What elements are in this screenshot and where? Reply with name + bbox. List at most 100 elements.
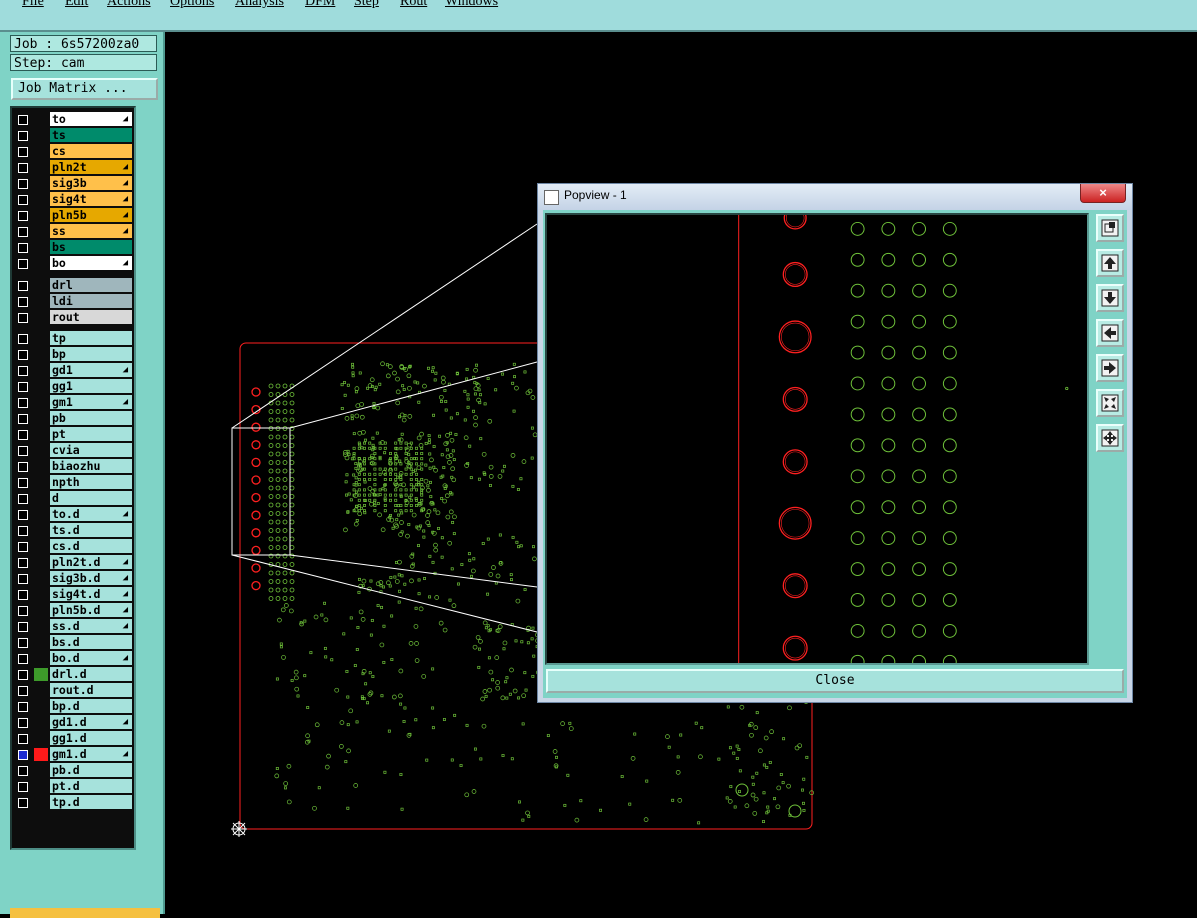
- layer-row-rout[interactable]: rout: [14, 310, 134, 325]
- popview-titlebar[interactable]: Popview - 1 ×: [538, 184, 1132, 210]
- layer-checkbox[interactable]: [18, 281, 28, 291]
- layer-checkbox[interactable]: [18, 259, 28, 269]
- layer-checkbox[interactable]: [18, 334, 28, 344]
- layer-row-gm1-d[interactable]: gm1.d ◢: [14, 747, 134, 762]
- layer-checkbox[interactable]: [18, 211, 28, 221]
- layer-name[interactable]: bp: [50, 347, 132, 361]
- layer-name[interactable]: cvia: [50, 443, 132, 457]
- menu-dfm[interactable]: DFM: [305, 0, 335, 10]
- layer-name[interactable]: sig3b.d ◢: [50, 571, 132, 585]
- layer-checkbox[interactable]: [18, 430, 28, 440]
- layer-name[interactable]: tp: [50, 331, 132, 345]
- layer-checkbox[interactable]: [18, 510, 28, 520]
- layer-name[interactable]: sig3b ◢: [50, 176, 132, 190]
- layer-checkbox[interactable]: [18, 670, 28, 680]
- layer-row-pln5b-d[interactable]: pln5b.d ◢: [14, 603, 134, 618]
- layer-checkbox[interactable]: [18, 542, 28, 552]
- layer-name[interactable]: pt: [50, 427, 132, 441]
- layer-checkbox[interactable]: [18, 179, 28, 189]
- layer-checkbox[interactable]: [18, 297, 28, 307]
- layer-name[interactable]: ss.d ◢: [50, 619, 132, 633]
- layer-name[interactable]: bo.d ◢: [50, 651, 132, 665]
- layer-checkbox[interactable]: [18, 558, 28, 568]
- layer-checkbox[interactable]: [18, 243, 28, 253]
- layer-row-tp-d[interactable]: tp.d: [14, 795, 134, 810]
- menu-windows[interactable]: Windows: [445, 0, 498, 10]
- zoom-fit-button[interactable]: [1096, 389, 1124, 417]
- layer-row-ss[interactable]: ss ◢: [14, 224, 134, 239]
- layer-row-sig4t[interactable]: sig4t ◢: [14, 192, 134, 207]
- menu-rout[interactable]: Rout: [400, 0, 427, 10]
- layer-checkbox[interactable]: [18, 686, 28, 696]
- layer-checkbox[interactable]: [18, 163, 28, 173]
- layer-checkbox[interactable]: [18, 131, 28, 141]
- layer-name[interactable]: ts.d: [50, 523, 132, 537]
- menu-actions[interactable]: Actions: [107, 0, 151, 10]
- layer-checkbox[interactable]: [18, 313, 28, 323]
- menu-analysis[interactable]: Analysis: [235, 0, 284, 10]
- layer-row-to[interactable]: to ◢: [14, 112, 134, 127]
- layer-checkbox[interactable]: [18, 195, 28, 205]
- menu-edit[interactable]: Edit: [65, 0, 88, 10]
- layer-checkbox[interactable]: [18, 782, 28, 792]
- zoom-window-button[interactable]: [1096, 214, 1124, 242]
- layer-checkbox[interactable]: [18, 382, 28, 392]
- layer-checkbox[interactable]: [18, 147, 28, 157]
- layer-row-npth[interactable]: npth: [14, 475, 134, 490]
- layer-row-pb-d[interactable]: pb.d: [14, 763, 134, 778]
- layer-row-to-d[interactable]: to.d ◢: [14, 507, 134, 522]
- popview-close-button[interactable]: Close: [546, 669, 1124, 693]
- layer-checkbox[interactable]: [18, 446, 28, 456]
- layer-row-d[interactable]: d: [14, 491, 134, 506]
- layer-name[interactable]: cs.d: [50, 539, 132, 553]
- layer-name[interactable]: pln5b ◢: [50, 208, 132, 222]
- layer-checkbox[interactable]: [18, 227, 28, 237]
- layer-row-cvia[interactable]: cvia: [14, 443, 134, 458]
- layer-row-pb[interactable]: pb: [14, 411, 134, 426]
- zoom-home-button[interactable]: [1096, 424, 1124, 452]
- layer-checkbox[interactable]: [18, 462, 28, 472]
- layer-name[interactable]: sig4t.d ◢: [50, 587, 132, 601]
- layer-checkbox[interactable]: [18, 115, 28, 125]
- layer-name[interactable]: npth: [50, 475, 132, 489]
- layer-row-drl-d[interactable]: drl.d: [14, 667, 134, 682]
- layer-checkbox[interactable]: [18, 766, 28, 776]
- layer-checkbox[interactable]: [18, 718, 28, 728]
- layer-row-pln5b[interactable]: pln5b ◢: [14, 208, 134, 223]
- layer-name[interactable]: rout: [50, 310, 132, 324]
- layer-name[interactable]: ts: [50, 128, 132, 142]
- layer-name[interactable]: gm1.d ◢: [50, 747, 132, 761]
- layer-name[interactable]: gm1 ◢: [50, 395, 132, 409]
- layer-name[interactable]: bp.d: [50, 699, 132, 713]
- layer-checkbox[interactable]: [18, 734, 28, 744]
- layer-row-drl[interactable]: drl: [14, 278, 134, 293]
- layer-name[interactable]: cs: [50, 144, 132, 158]
- layer-name[interactable]: bs.d: [50, 635, 132, 649]
- layer-row-ldi[interactable]: ldi: [14, 294, 134, 309]
- layer-name[interactable]: rout.d: [50, 683, 132, 697]
- layer-name[interactable]: sig4t ◢: [50, 192, 132, 206]
- layer-row-bs-d[interactable]: bs.d: [14, 635, 134, 650]
- layer-row-pln2t-d[interactable]: pln2t.d ◢: [14, 555, 134, 570]
- layer-row-gg1[interactable]: gg1: [14, 379, 134, 394]
- layer-row-bo-d[interactable]: bo.d ◢: [14, 651, 134, 666]
- layer-name[interactable]: pln2t.d ◢: [50, 555, 132, 569]
- layer-checkbox[interactable]: [18, 574, 28, 584]
- layer-row-cs[interactable]: cs: [14, 144, 134, 159]
- layer-row-cs-d[interactable]: cs.d: [14, 539, 134, 554]
- layer-row-bp[interactable]: bp: [14, 347, 134, 362]
- layer-row-tp[interactable]: tp: [14, 331, 134, 346]
- layer-checkbox[interactable]: [18, 350, 28, 360]
- layer-name[interactable]: ldi: [50, 294, 132, 308]
- layer-name[interactable]: pb: [50, 411, 132, 425]
- layer-name[interactable]: gg1: [50, 379, 132, 393]
- layer-checkbox[interactable]: [18, 798, 28, 808]
- layer-row-pln2t[interactable]: pln2t ◢: [14, 160, 134, 175]
- pan-right-button[interactable]: [1096, 354, 1124, 382]
- menu-step[interactable]: Step: [354, 0, 379, 10]
- layer-name[interactable]: gg1.d: [50, 731, 132, 745]
- layer-name[interactable]: tp.d: [50, 795, 132, 809]
- layer-row-rout-d[interactable]: rout.d: [14, 683, 134, 698]
- layer-name[interactable]: pb.d: [50, 763, 132, 777]
- job-matrix-button[interactable]: Job Matrix ...: [11, 78, 158, 100]
